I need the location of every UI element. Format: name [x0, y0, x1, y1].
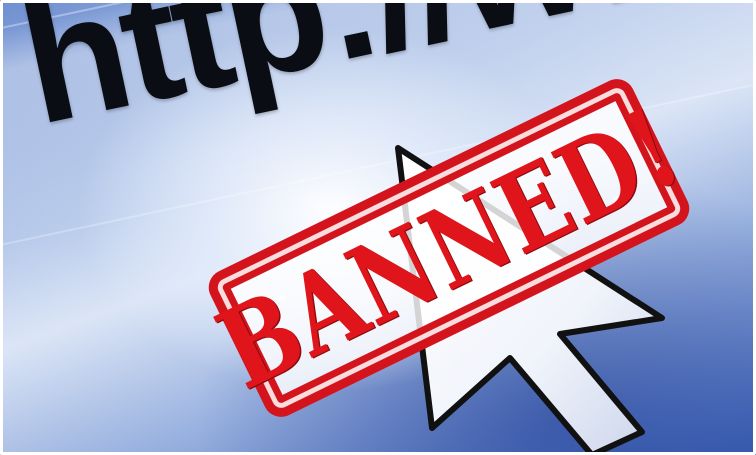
banned-url-illustration: http://www BANNED! — [0, 0, 756, 455]
